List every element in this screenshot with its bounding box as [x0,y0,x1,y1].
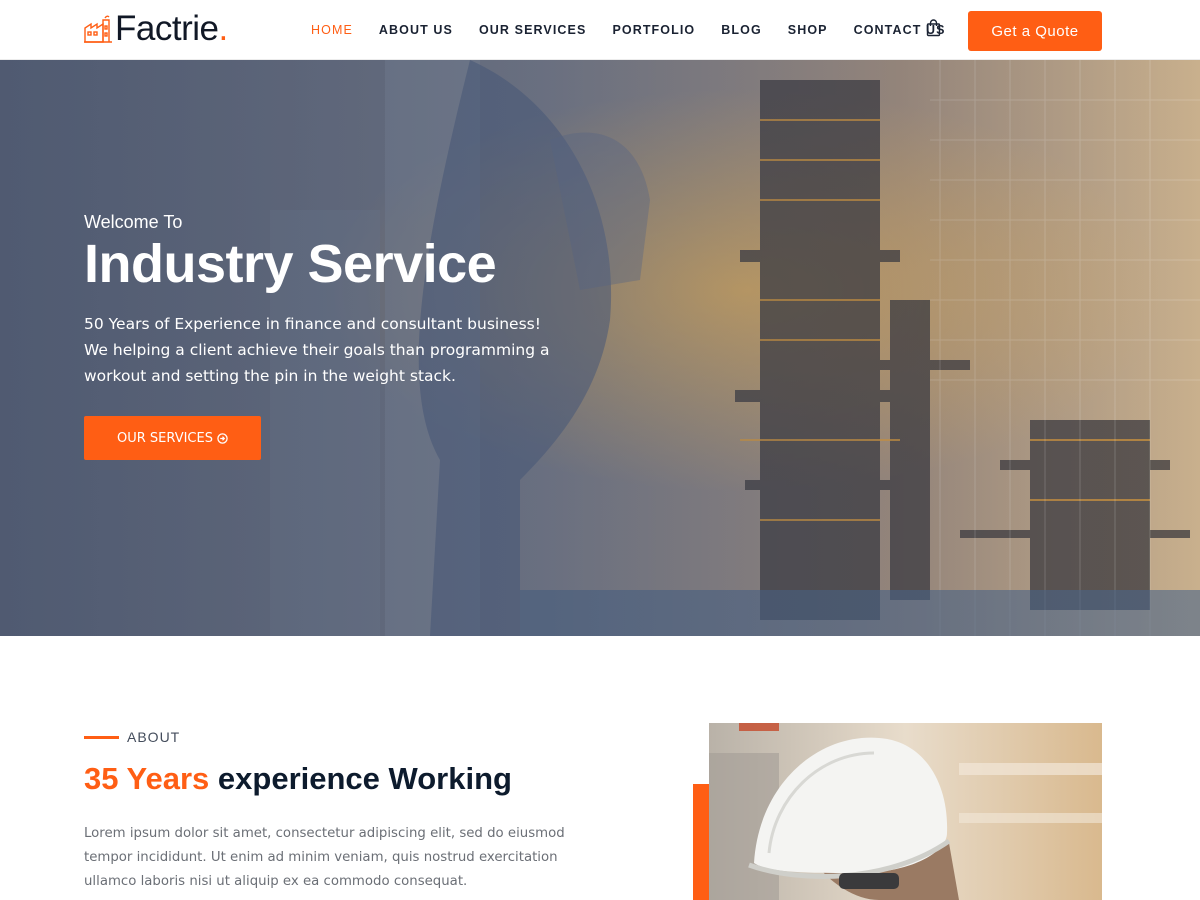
main-nav: HOME ABOUT US OUR SERVICES PORTFOLIO BLO… [311,0,972,60]
our-services-button-label: OUR SERVICES [117,430,213,446]
about-label: ABOUT [84,729,180,745]
hero-welcome-text: Welcome To [84,212,183,232]
factory-icon [84,15,112,43]
about-text: Lorem ipsum dolor sit amet, consectetur … [84,826,565,889]
hero-description: 50 Years of Experience in finance and co… [84,315,550,385]
logo[interactable]: Factrie. [83,11,228,47]
about-image-accent-bar [693,784,709,900]
our-services-button[interactable]: OUR SERVICES [84,416,261,460]
shopping-bag-icon[interactable] [926,19,941,37]
worker-helmet-image [709,723,1102,900]
hero-title: Industry Service [84,234,497,294]
get-quote-button[interactable]: Get a Quote [968,11,1102,51]
about-label-text: ABOUT [127,729,181,745]
hero-section: Welcome To Industry Service 50 Years of … [0,60,1200,636]
nav-home[interactable]: HOME [311,23,353,37]
about-title-rest: experience Working [209,761,512,796]
nav-shop[interactable]: SHOP [788,23,828,37]
nav-our-services[interactable]: OUR SERVICES [479,23,586,37]
logo-dot: . [218,9,229,48]
nav-about-us[interactable]: ABOUT US [379,23,453,37]
arrow-circle-right-icon [217,432,228,444]
about-title: 35 Years experience Working [84,761,512,797]
hero-content: Welcome To Industry Service 50 Years of … [84,212,604,389]
logo-text: Factrie [115,9,219,48]
site-header: Factrie. HOME ABOUT US OUR SERVICES PORT… [0,0,1200,60]
nav-blog[interactable]: BLOG [721,23,762,37]
about-section: ABOUT 35 Years experience Working Lorem … [0,636,1200,900]
nav-portfolio[interactable]: PORTFOLIO [612,23,695,37]
about-label-line [84,735,119,739]
about-title-accent: 35 Years [84,761,210,796]
